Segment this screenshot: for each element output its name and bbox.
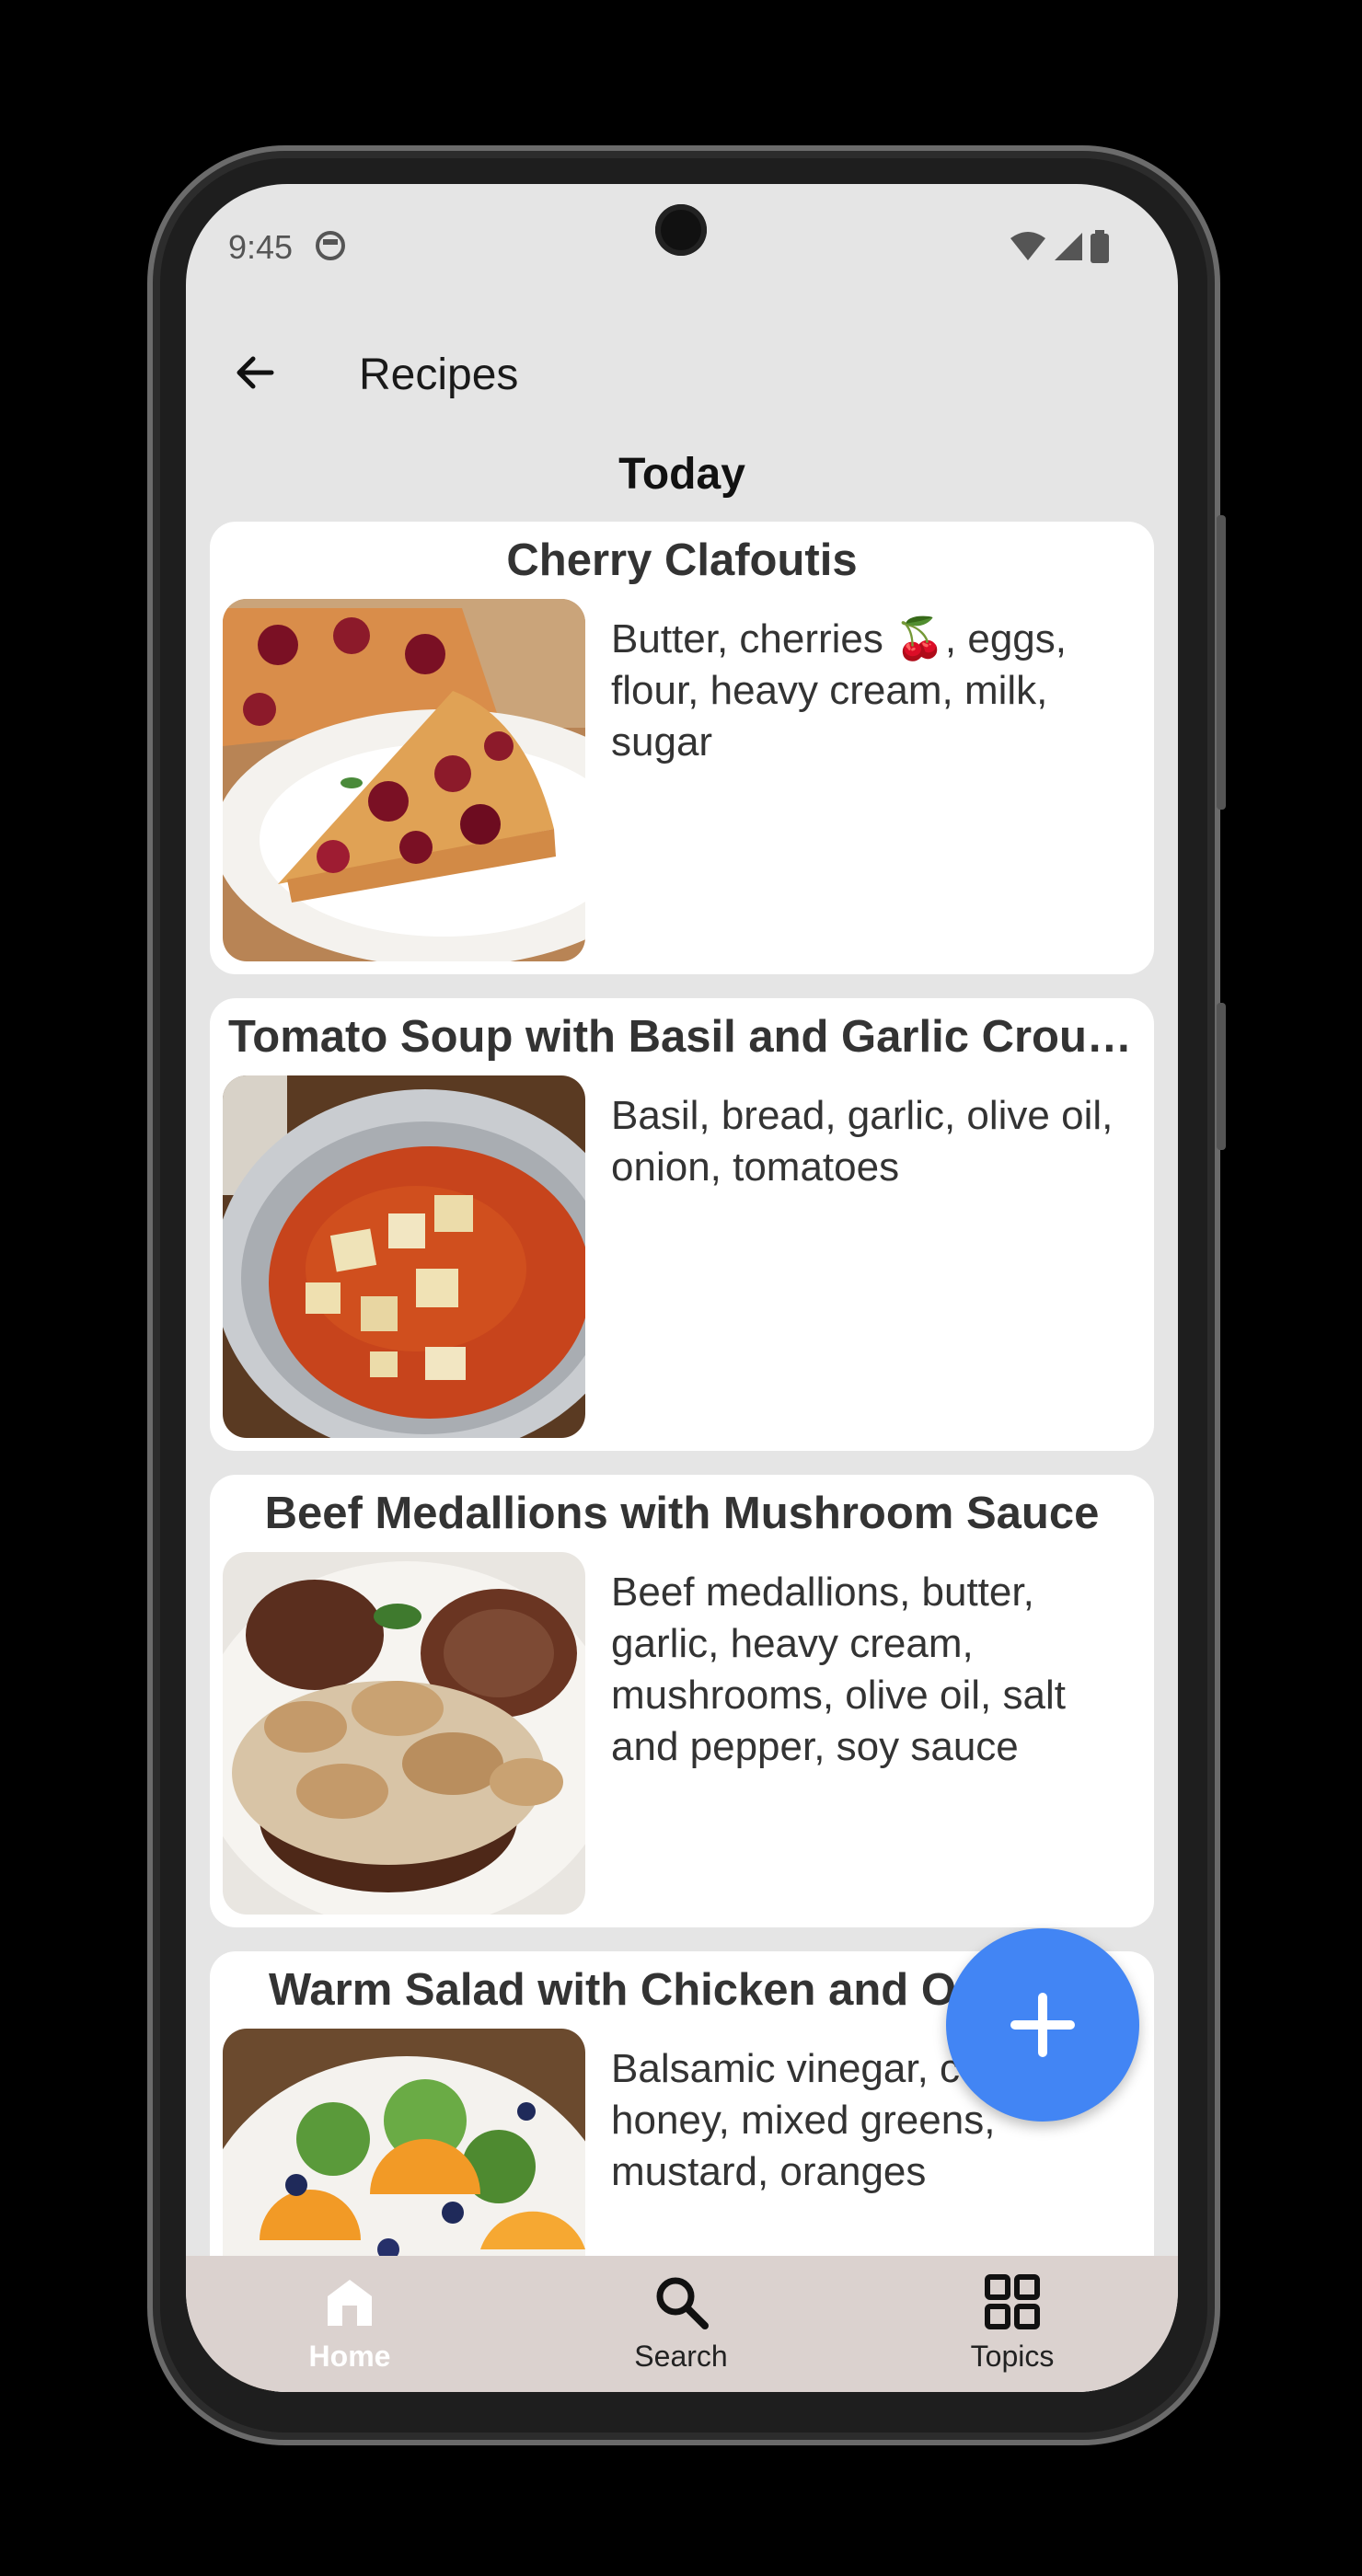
battery-icon (1091, 230, 1109, 263)
bottom-navigation: Home Search Topics (186, 2256, 1178, 2392)
wifi-icon (1010, 232, 1045, 260)
nav-home-label: Home (308, 2340, 391, 2373)
app-bar: Recipes (186, 322, 1178, 423)
status-icons (1009, 230, 1110, 263)
recipe-title: Cherry Clafoutis (506, 535, 858, 585)
screen: 9:45 Recipes Today Cherry Clafoutis Butt… (186, 184, 1178, 2392)
recipe-card[interactable]: Beef Medallions with Mushroom Sauce Beef… (210, 1475, 1154, 1927)
plus-icon (1010, 1993, 1075, 2057)
grid-icon (985, 2274, 1040, 2329)
recipe-card[interactable]: Tomato Soup with Basil and Garlic Crout.… (210, 998, 1154, 1451)
signal-icon (1055, 233, 1082, 260)
nav-topics-label: Topics (970, 2340, 1055, 2373)
recipe-ingredients: Basil, bread, garlic, olive oil, onion, … (611, 1093, 1114, 1190)
power-button (1217, 1003, 1226, 1150)
recipe-title: Tomato Soup with Basil and Garlic Crout.… (228, 1012, 1136, 1062)
nav-topics[interactable]: Topics (920, 2272, 1104, 2374)
search-icon (656, 2277, 709, 2329)
nav-home[interactable]: Home (258, 2272, 442, 2374)
recipe-image (223, 1552, 585, 1915)
nav-search[interactable]: Search (589, 2272, 773, 2374)
back-button[interactable] (223, 340, 287, 405)
recipe-ingredients: Beef medallions, butter, garlic, heavy c… (611, 1570, 1066, 1769)
home-icon (328, 2280, 372, 2326)
nav-search-label: Search (634, 2340, 728, 2373)
recipe-title: Beef Medallions with Mushroom Sauce (264, 1489, 1100, 1538)
page-title: Recipes (359, 351, 519, 399)
arrow-left-icon (237, 356, 274, 389)
status-bar: 9:45 (186, 184, 1178, 313)
recipe-title: Warm Salad with Chicken and Or (269, 1965, 975, 2015)
recipe-image (223, 599, 585, 961)
volume-button (1217, 515, 1226, 810)
camera-cutout (655, 204, 707, 256)
recipe-ingredients: Butter, cherries 🍒, eggs, flour, heavy c… (611, 616, 1067, 765)
add-recipe-button[interactable] (946, 1928, 1139, 2122)
status-time: 9:45 (228, 228, 294, 266)
notification-icon (316, 231, 345, 260)
recipe-image (223, 1075, 585, 1438)
section-title: Today (618, 450, 745, 499)
recipe-card[interactable]: Cherry Clafoutis Butter, cherries 🍒, egg… (210, 522, 1154, 974)
